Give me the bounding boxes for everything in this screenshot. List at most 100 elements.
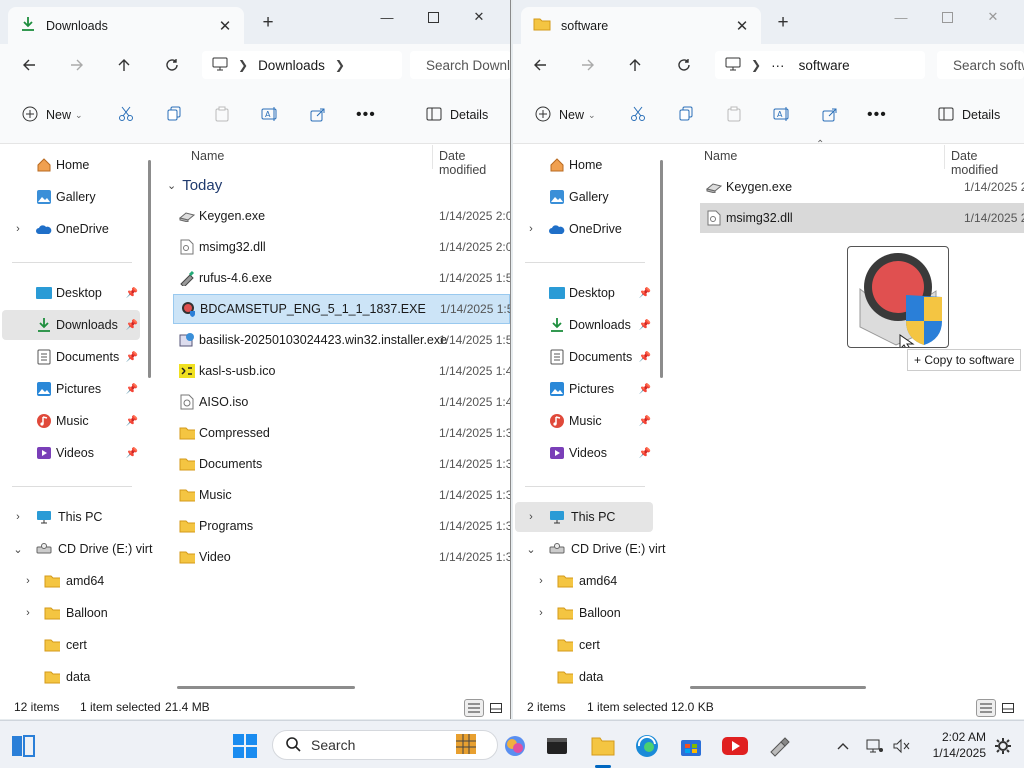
nav-item-music[interactable]: Music 📌	[2, 406, 140, 436]
nav-item-music[interactable]: Music 📌	[515, 406, 653, 436]
chevron-right-icon[interactable]: ›	[535, 575, 547, 587]
tiles-view-button[interactable]	[486, 699, 506, 717]
horizontal-scrollbar[interactable]	[177, 686, 355, 689]
breadcrumb-item[interactable]: Downloads	[258, 58, 325, 73]
copy-button[interactable]	[166, 104, 182, 126]
file-row[interactable]: BDCAMSETUP_ENG_5_1_1_1837.EXE 1/14/2025 1…	[173, 294, 510, 324]
minimize-button[interactable]: —	[878, 4, 924, 30]
nav-item-this-pc[interactable]: › This PC	[515, 502, 653, 532]
details-view-button[interactable]	[976, 699, 996, 717]
nav-item-balloon[interactable]: › Balloon	[515, 598, 653, 628]
close-window-button[interactable]: ✕	[970, 4, 1016, 30]
back-button[interactable]	[525, 52, 555, 78]
chevron-down-icon[interactable]: ⌄	[525, 543, 537, 556]
nav-item-documents[interactable]: Documents 📌	[515, 342, 653, 372]
new-button[interactable]: New ⌄	[535, 104, 596, 126]
details-button[interactable]: Details	[426, 104, 488, 126]
group-header-today[interactable]: ⌄ Today	[167, 177, 222, 194]
store-icon[interactable]	[678, 733, 704, 759]
close-window-button[interactable]: ✕	[456, 4, 502, 30]
chevron-right-icon[interactable]: ›	[525, 223, 537, 235]
taskbar-search[interactable]: Search	[272, 730, 498, 760]
tab-software[interactable]: software ✕	[521, 7, 761, 44]
new-tab-button[interactable]: +	[256, 12, 280, 34]
file-row[interactable]: AISO.iso 1/14/2025 1:46	[173, 387, 510, 417]
column-name[interactable]: Name	[704, 149, 737, 163]
nav-item-videos[interactable]: Videos 📌	[515, 438, 653, 468]
chevron-up-icon[interactable]	[832, 733, 854, 759]
nav-item-cd-drive[interactable]: ⌄ CD Drive (E:) virt	[515, 534, 665, 564]
cut-button[interactable]	[630, 104, 646, 126]
new-button[interactable]: New ⌄	[22, 104, 83, 126]
nav-item-home[interactable]: Home	[2, 150, 140, 180]
horizontal-scrollbar[interactable]	[690, 686, 866, 689]
nav-scrollbar[interactable]	[660, 160, 663, 378]
tab-downloads[interactable]: Downloads ✕	[8, 7, 244, 44]
nav-item-data[interactable]: data	[2, 662, 140, 692]
nav-scrollbar[interactable]	[148, 160, 151, 378]
up-button[interactable]	[109, 52, 139, 78]
rename-button[interactable]: A	[773, 104, 791, 126]
nav-item-gallery[interactable]: Gallery	[515, 182, 653, 212]
system-clock[interactable]: 2:02 AM 1/14/2025	[918, 729, 986, 761]
column-name[interactable]: Name	[191, 149, 224, 163]
file-row[interactable]: Keygen.exe 1/14/2025 2:01	[173, 201, 510, 231]
usb-drive-icon[interactable]	[766, 733, 792, 759]
nav-item-desktop[interactable]: Desktop 📌	[515, 278, 653, 308]
nav-item-cd-drive[interactable]: ⌄ CD Drive (E:) virt	[2, 534, 152, 564]
cut-button[interactable]	[118, 104, 134, 126]
file-row[interactable]: basilisk-20250103024423.win32.installer.…	[173, 325, 510, 355]
forward-button[interactable]	[573, 52, 603, 78]
column-divider[interactable]	[944, 145, 945, 169]
up-button[interactable]	[620, 52, 650, 78]
share-button[interactable]	[310, 104, 326, 126]
nav-item-downloads[interactable]: Downloads 📌	[2, 310, 140, 340]
more-options-button[interactable]: •••	[356, 104, 376, 126]
nav-item-amd64[interactable]: › amd64	[2, 566, 140, 596]
nav-item-cert[interactable]: cert	[2, 630, 140, 660]
breadcrumb-item[interactable]: software	[799, 58, 850, 73]
search-input[interactable]: Search softw	[937, 51, 1024, 79]
chevron-right-icon[interactable]: ›	[535, 607, 547, 619]
terminal-icon[interactable]	[544, 733, 570, 759]
file-row[interactable]: Video 1/14/2025 1:36	[173, 542, 510, 572]
file-row[interactable]: msimg32.dll 1/14/2025 2:01	[700, 203, 1024, 233]
back-button[interactable]	[14, 52, 44, 78]
chevron-right-icon[interactable]: ›	[22, 607, 34, 619]
nav-item-documents[interactable]: Documents 📌	[2, 342, 140, 372]
file-row[interactable]: Programs 1/14/2025 1:36	[173, 511, 510, 541]
column-date[interactable]: Date modified	[439, 149, 510, 177]
nav-item-onedrive[interactable]: › OneDrive	[515, 214, 653, 244]
maximize-button[interactable]	[924, 4, 970, 30]
breadcrumb[interactable]: ❯ ··· software	[715, 51, 925, 79]
nav-item-videos[interactable]: Videos 📌	[2, 438, 140, 468]
chevron-right-icon[interactable]: ›	[12, 511, 24, 523]
youtube-icon[interactable]	[722, 733, 748, 759]
paste-button[interactable]	[214, 104, 230, 126]
refresh-button[interactable]	[157, 52, 187, 78]
file-row[interactable]: Music 1/14/2025 1:36	[173, 480, 510, 510]
chevron-right-icon[interactable]: ›	[12, 223, 24, 235]
task-view-icon[interactable]	[10, 733, 36, 759]
nav-item-pictures[interactable]: Pictures 📌	[2, 374, 140, 404]
file-explorer-taskbar-icon[interactable]	[590, 733, 616, 759]
copy-button[interactable]	[678, 104, 694, 126]
minimize-button[interactable]: —	[364, 4, 410, 30]
column-divider[interactable]	[432, 145, 433, 169]
nav-item-amd64[interactable]: › amd64	[515, 566, 653, 596]
file-row[interactable]: kasl-s-usb.ico 1/14/2025 1:46	[173, 356, 510, 386]
ellipsis-icon[interactable]: ···	[771, 58, 785, 73]
file-row[interactable]: rufus-4.6.exe 1/14/2025 1:59	[173, 263, 510, 293]
chevron-right-icon[interactable]: ❯	[335, 58, 345, 72]
network-icon[interactable]	[864, 733, 886, 759]
new-tab-button[interactable]: +	[771, 12, 795, 34]
close-tab-icon[interactable]: ✕	[212, 17, 238, 35]
nav-item-desktop[interactable]: Desktop 📌	[2, 278, 140, 308]
nav-item-pictures[interactable]: Pictures 📌	[515, 374, 653, 404]
chevron-right-icon[interactable]: ›	[525, 511, 537, 523]
copilot-icon[interactable]	[502, 733, 528, 759]
chevron-down-icon[interactable]: ⌄	[12, 543, 24, 556]
search-input[interactable]: Search Downl	[410, 51, 510, 79]
nav-item-cert[interactable]: cert	[515, 630, 653, 660]
details-view-button[interactable]	[464, 699, 484, 717]
